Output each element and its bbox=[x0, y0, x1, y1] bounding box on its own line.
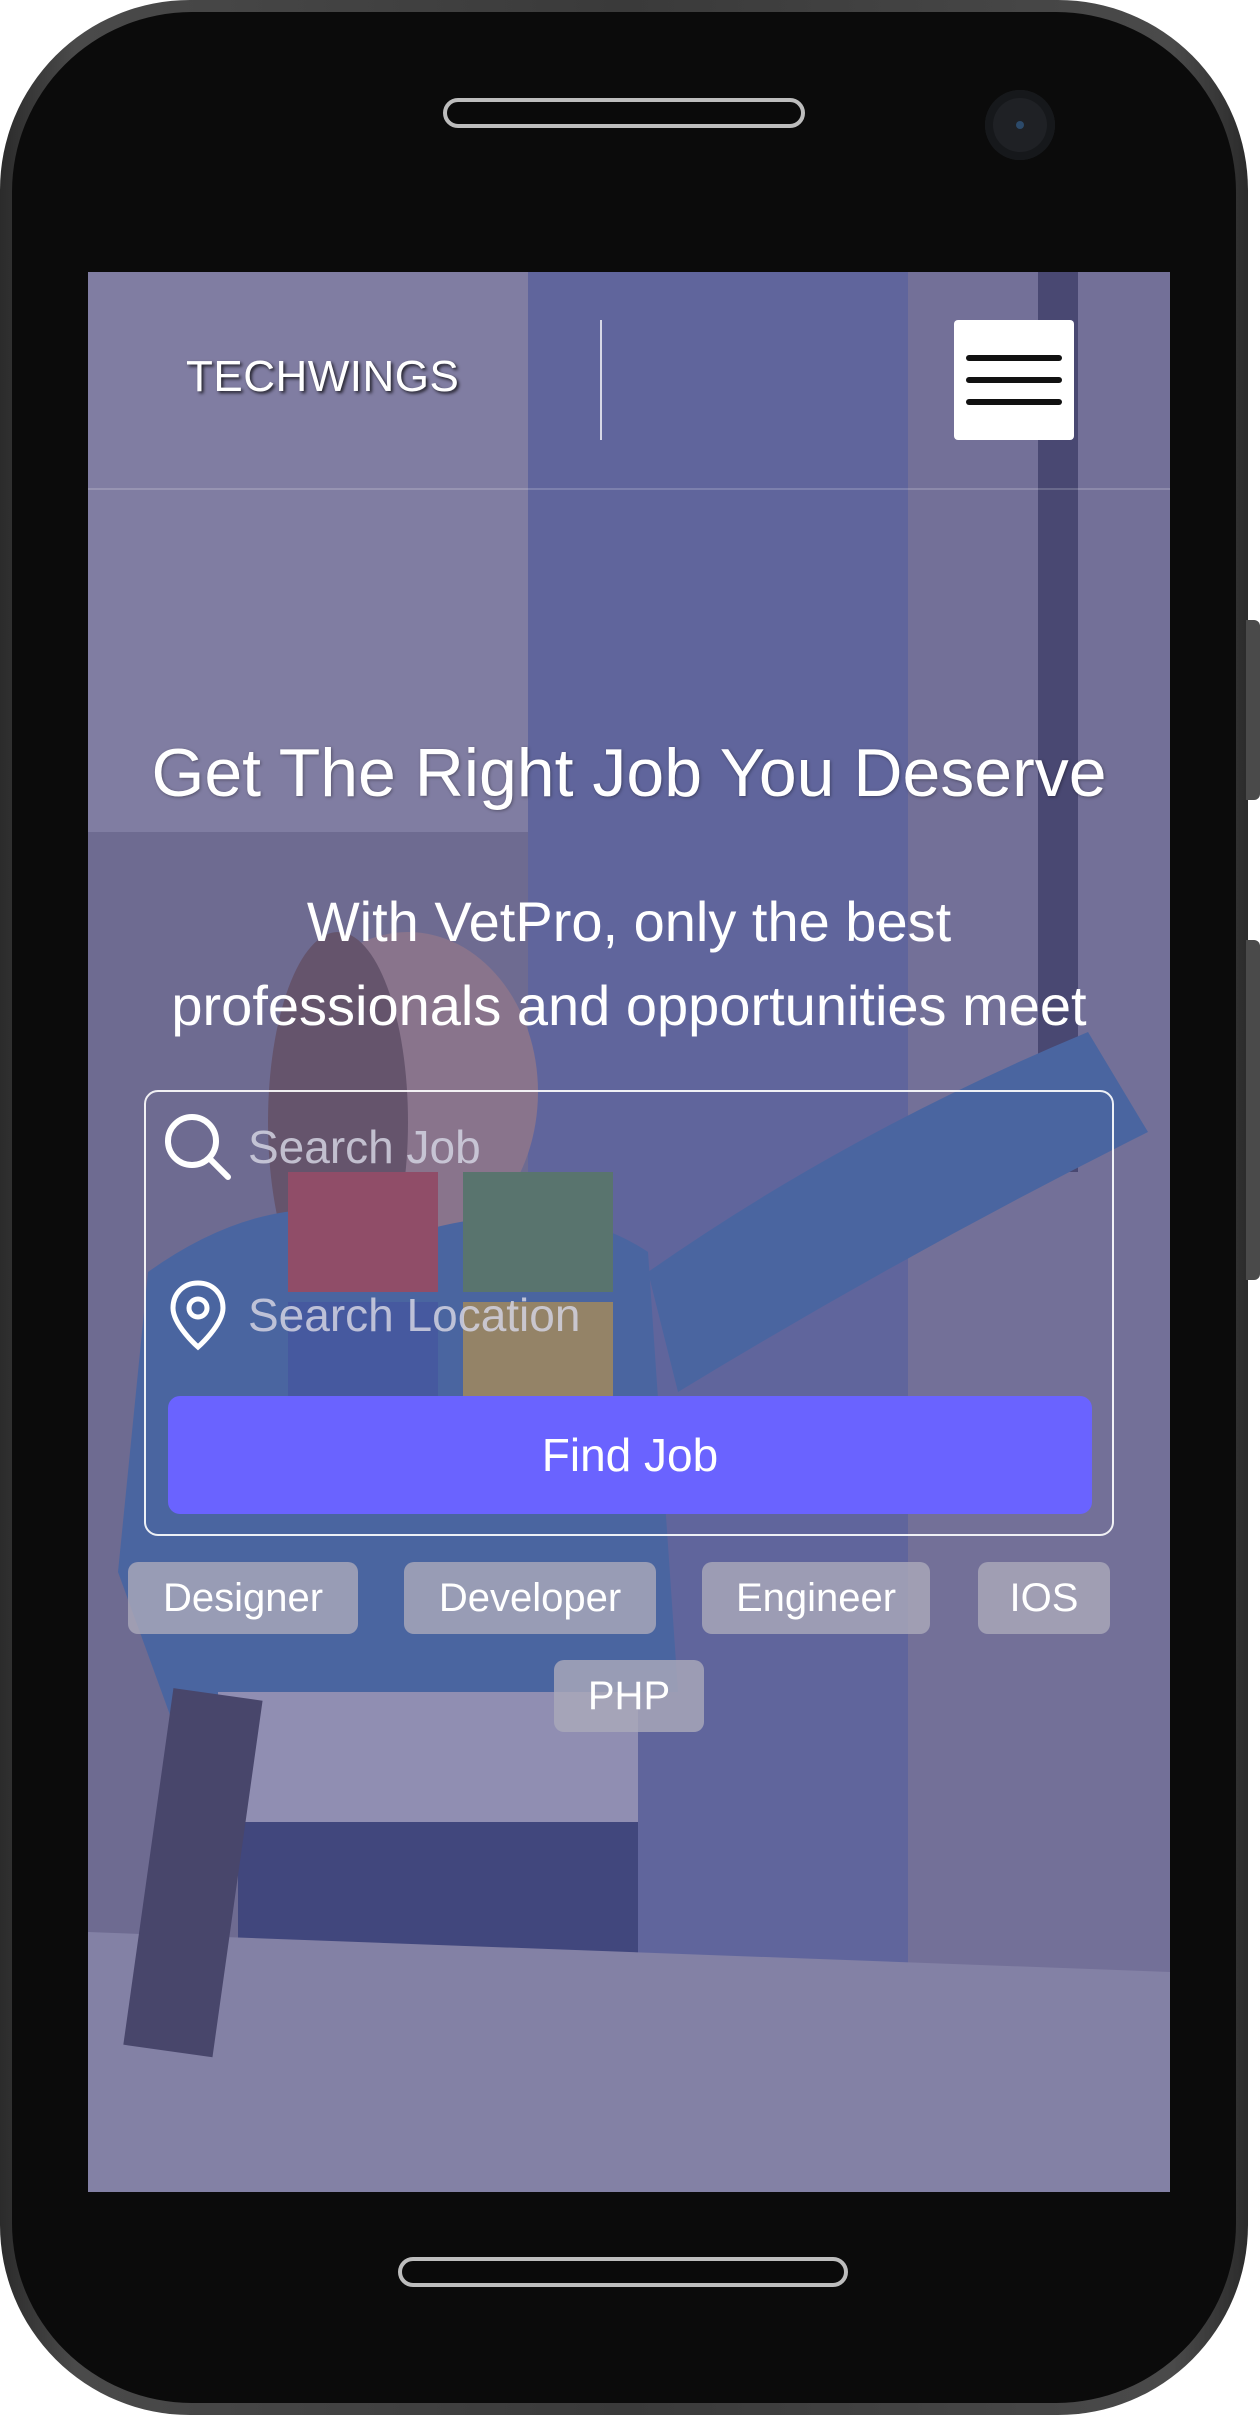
top-navbar: TECHWINGS bbox=[88, 272, 1170, 490]
hamburger-menu-icon-bar bbox=[966, 377, 1062, 383]
hero-subtitle: With VetPro, only the best professionals… bbox=[128, 880, 1130, 1048]
map-pin-icon bbox=[162, 1279, 234, 1351]
hamburger-menu-button[interactable] bbox=[954, 320, 1074, 440]
navbar-divider bbox=[600, 320, 602, 440]
brand-logo-text[interactable]: TECHWINGS bbox=[186, 352, 459, 402]
tag-developer[interactable]: Developer bbox=[404, 1562, 656, 1634]
search-icon bbox=[162, 1111, 234, 1183]
job-search-form: Find Job bbox=[144, 1090, 1114, 1536]
search-job-field bbox=[162, 1102, 1098, 1192]
phone-frame: TECHWINGS Get The Right Job You Deserve … bbox=[0, 0, 1260, 2415]
tag-designer[interactable]: Designer bbox=[128, 1562, 358, 1634]
hero-title: Get The Right Job You Deserve bbox=[151, 735, 1107, 811]
hero-subtitle-line-2: professionals and opportunities meet bbox=[171, 974, 1087, 1037]
search-location-field bbox=[162, 1270, 1098, 1360]
find-job-button[interactable]: Find Job bbox=[168, 1396, 1092, 1514]
tag-ios[interactable]: IOS bbox=[978, 1562, 1110, 1634]
volume-button bbox=[1246, 620, 1260, 800]
hamburger-menu-icon-bar bbox=[966, 399, 1062, 405]
search-location-input[interactable] bbox=[246, 1275, 1098, 1355]
hamburger-menu-icon-bar bbox=[966, 355, 1062, 361]
front-camera bbox=[985, 90, 1055, 160]
earpiece-speaker bbox=[443, 98, 805, 128]
search-job-input[interactable] bbox=[246, 1107, 1098, 1187]
tag-engineer[interactable]: Engineer bbox=[702, 1562, 930, 1634]
power-button bbox=[1246, 940, 1260, 1280]
bottom-speaker-grille bbox=[398, 2257, 848, 2287]
hero-subtitle-line-1: With VetPro, only the best bbox=[306, 890, 952, 953]
app-screen: TECHWINGS Get The Right Job You Deserve … bbox=[88, 272, 1170, 2192]
tag-php[interactable]: PHP bbox=[554, 1660, 704, 1732]
